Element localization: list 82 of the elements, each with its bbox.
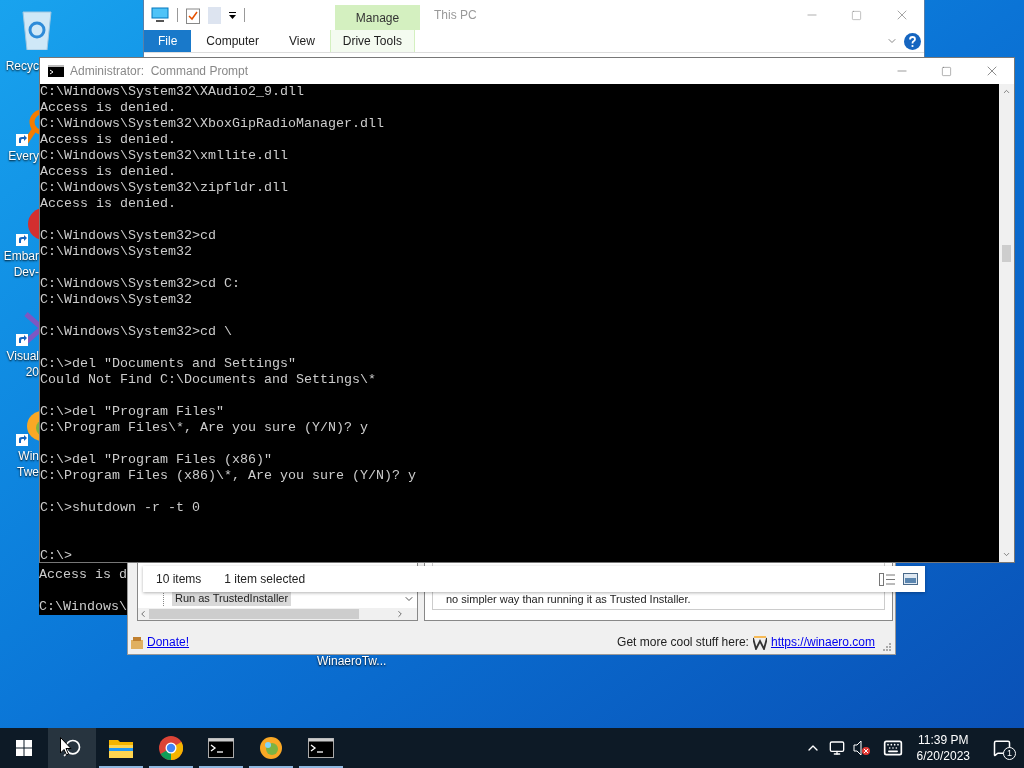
console-app-icon [48, 65, 64, 77]
desktop-icon-label: 20 [25, 364, 39, 380]
console-line: Access is denied. [40, 196, 176, 212]
window-title: Administrator: Command Prompt [70, 63, 249, 80]
donate-icon [131, 637, 143, 649]
console-line: C:\Program Files (x86)\*, Are you sure (Y/N)? y [40, 468, 416, 484]
clock[interactable]: 11:39 PM 6/20/2023 [910, 732, 976, 764]
terminal-icon [308, 738, 334, 758]
maximize-icon [941, 65, 952, 77]
contextual-tab-group-label: Manage [335, 5, 420, 30]
console-line: C:\Windows\System32>cd \ [40, 324, 232, 340]
desktop-icon-label: Win [18, 448, 39, 464]
website-link[interactable]: https://winaero.com [770, 633, 875, 651]
console-line: C:\Windows\System32>cd C: [40, 276, 240, 292]
notifications-button[interactable]: 1 [984, 728, 1020, 768]
terminal-icon [208, 738, 234, 758]
console-line: C:\Windows\System32\xmllite.dll [40, 148, 288, 164]
console-line: C:\Program Files\*, Are you sure (Y/N)? y [40, 420, 368, 436]
desktop-icon-label: Dev- [13, 264, 39, 280]
scroll-left-icon[interactable] [138, 609, 148, 619]
recycle-bin-icon[interactable] [20, 8, 54, 50]
windows-logo-icon [16, 740, 32, 756]
console-line: C:\>del "Documents and Settings" [40, 356, 296, 372]
console-line: C:\>shutdown -r -t 0 [40, 500, 200, 516]
ribbon-tab[interactable]: View [274, 30, 330, 52]
scrollbar[interactable] [999, 84, 1014, 562]
computer-icon[interactable] [151, 7, 169, 23]
console-line: C:\> [40, 548, 72, 562]
ribbon-tab[interactable]: Computer [191, 30, 275, 52]
details-view-icon[interactable] [879, 572, 895, 586]
console-line: C:\Windows\System32 [40, 244, 192, 260]
site-logo-icon [752, 636, 767, 650]
maximize-icon [851, 9, 862, 21]
scroll-right-icon[interactable] [395, 609, 405, 619]
console-line: C:\Windows\System32>cd [40, 228, 216, 244]
desktop-icon-label: Every [8, 148, 39, 164]
network-icon[interactable] [828, 740, 845, 756]
status-text: 10 items [156, 571, 202, 588]
desktop-icon-label: Recyc [5, 58, 39, 74]
scrollbar-thumb[interactable] [149, 609, 359, 619]
horizontal-scrollbar[interactable] [138, 608, 417, 620]
search-icon [62, 738, 82, 758]
console-line: C:\Windows\System32\XboxGipRadioManager.dll [40, 116, 384, 132]
desktop-icon-label: Visual [6, 348, 39, 364]
search-button[interactable] [48, 728, 96, 768]
desktop-icon-label: Embar [3, 248, 39, 264]
scrollbar-thumb[interactable] [1002, 244, 1011, 262]
resize-grip-icon[interactable] [883, 643, 891, 651]
promo-text: Get more cool stuff here: [617, 634, 749, 651]
properties-icon[interactable] [186, 6, 200, 24]
description-text: no simpler way than running it as Trusted Installer. [446, 591, 691, 607]
console-line: C:\Windows\System32 [40, 292, 192, 308]
desktop-icon-label: Twe [17, 464, 39, 480]
console-line: C:\Windows\System32\zipfldr.dll [40, 180, 288, 196]
console-line: Access is denied. [40, 164, 176, 180]
console-line: Could Not Find C:\Documents and Settings\* [40, 372, 376, 388]
scroll-down-icon[interactable] [1002, 550, 1011, 559]
donate-link[interactable]: Donate! [147, 633, 190, 651]
folder-icon [109, 738, 133, 758]
notification-badge: 1 [1003, 747, 1016, 760]
console-line: Access is denied. [40, 132, 176, 148]
dropdown-arrow-icon[interactable] [229, 11, 236, 19]
console-line: Access is denied. [40, 100, 176, 116]
volume-icon[interactable] [852, 740, 871, 756]
scroll-up-icon[interactable] [1002, 87, 1011, 96]
browser-icon [159, 736, 183, 760]
keyboard-icon[interactable] [882, 738, 903, 758]
window-title: This PC [434, 7, 477, 24]
console-line: C:\Windows\System32\XAudio2_9.dll [40, 84, 304, 100]
speech-bubble-icon [993, 739, 1011, 757]
status-text: 1 item selected [224, 571, 306, 588]
console-line: C:\Windows\ [39, 599, 127, 615]
ribbon-tab[interactable]: File [144, 30, 192, 52]
desktop-icon-label: WinaeroTw... [317, 653, 387, 670]
large-icons-view-icon[interactable] [903, 573, 918, 585]
ribbon-tab[interactable]: Drive Tools [329, 30, 415, 52]
console-line: C:\>del "Program Files (x86)" [40, 452, 272, 468]
help-icon[interactable] [904, 32, 921, 50]
mouse-cursor-icon [60, 737, 72, 756]
console-line: Access is d [39, 567, 127, 583]
tweaker-icon [259, 736, 283, 760]
console-line: C:\>del "Program Files" [40, 404, 224, 420]
